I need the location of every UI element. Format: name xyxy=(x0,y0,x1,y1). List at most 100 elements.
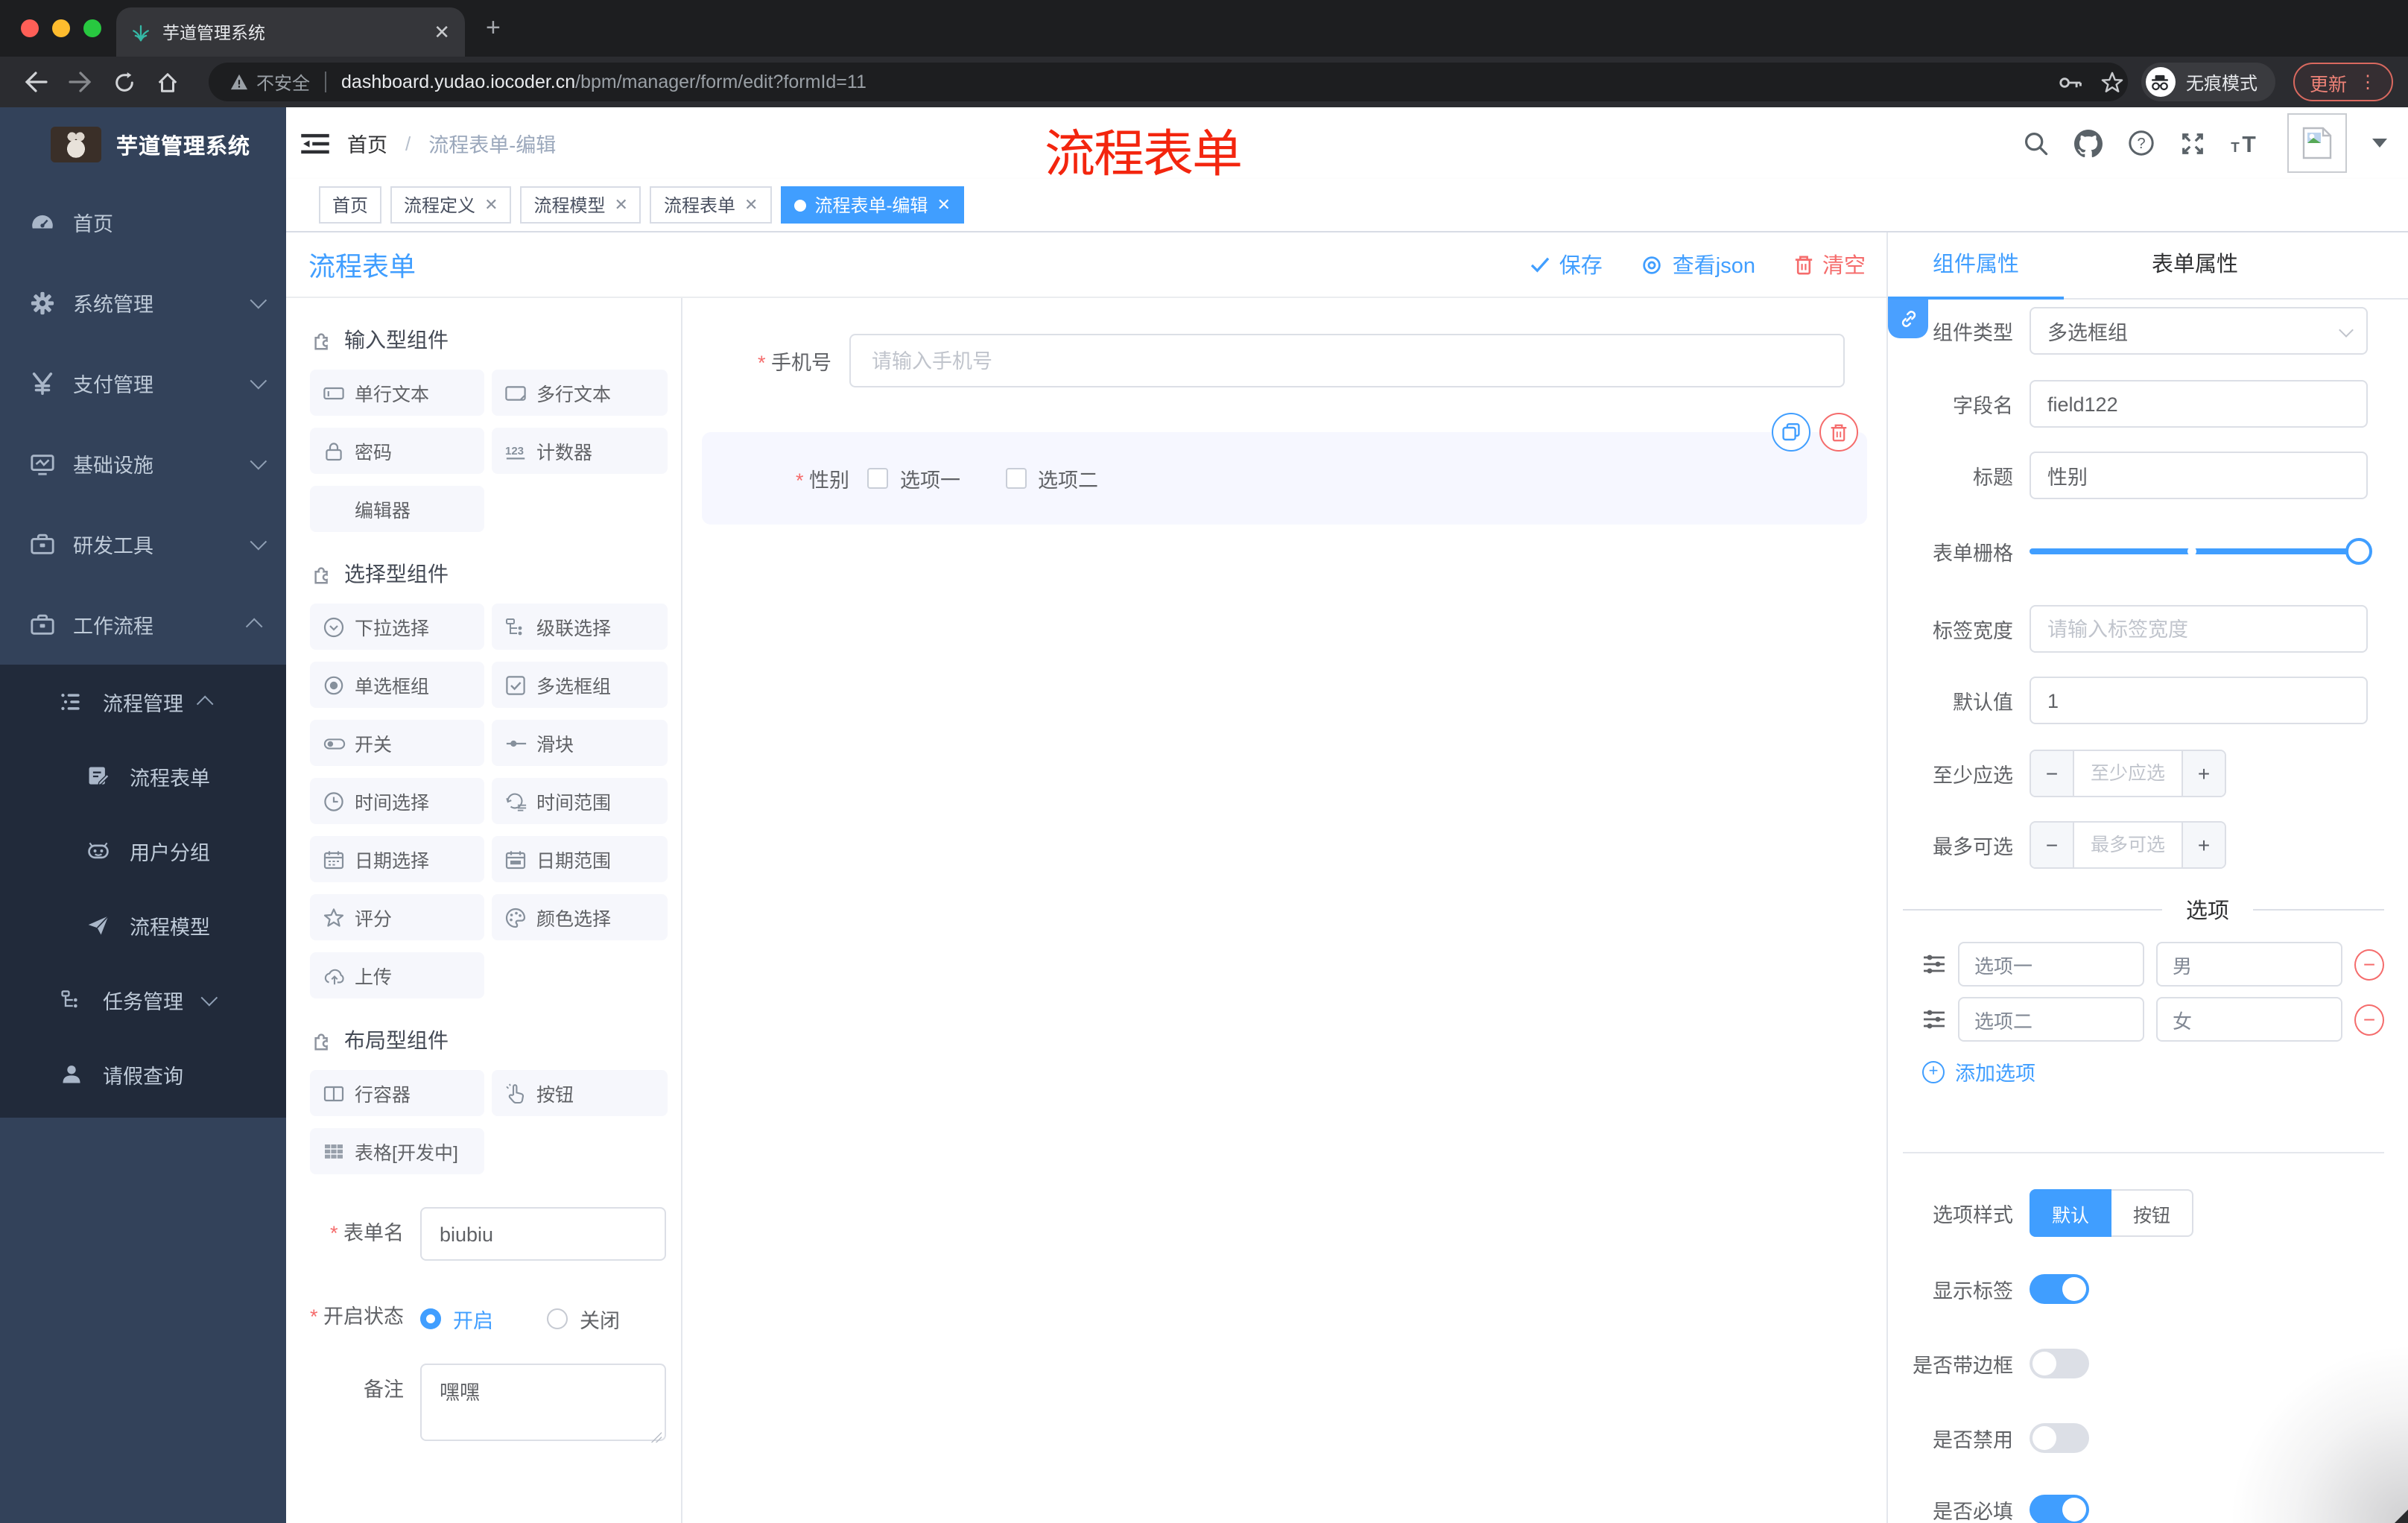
security-label[interactable]: 不安全 xyxy=(256,69,310,95)
tag-close-icon[interactable]: ✕ xyxy=(937,195,950,215)
tag-close-icon[interactable]: ✕ xyxy=(484,195,498,215)
radio-on[interactable] xyxy=(420,1308,441,1329)
minimize-window-button[interactable] xyxy=(52,19,70,37)
lib-item-table[interactable]: 表格[开发中] xyxy=(310,1128,484,1174)
slider-handle[interactable] xyxy=(2345,538,2372,565)
tag-close-icon[interactable]: ✕ xyxy=(744,195,758,215)
option-value-input[interactable] xyxy=(2156,997,2342,1042)
sidebar-item-user-group[interactable]: 用户分组 xyxy=(0,814,286,888)
canvas-field-gender-selected[interactable]: 性别 选项一 选项二 xyxy=(702,432,1867,525)
zoom-window-button[interactable] xyxy=(83,19,101,37)
checkbox-icon[interactable] xyxy=(867,468,888,489)
sidebar-item-process-model[interactable]: 流程模型 xyxy=(0,888,286,963)
browser-update-button[interactable]: 更新 ⋮ xyxy=(2293,63,2393,101)
disabled-toggle[interactable] xyxy=(2030,1423,2089,1453)
search-icon[interactable] xyxy=(2024,130,2049,156)
sidebar-item-process-manage[interactable]: 流程管理 xyxy=(0,665,286,739)
duplicate-component-button[interactable] xyxy=(1772,413,1810,452)
font-size-icon[interactable]: TT xyxy=(2231,131,2262,155)
lib-item-time-picker[interactable]: 时间选择 xyxy=(310,778,484,824)
tag-process-form-edit[interactable]: 流程表单-编辑 ✕ xyxy=(780,186,964,224)
tag-home[interactable]: 首页 xyxy=(319,186,382,224)
show-label-toggle[interactable] xyxy=(2030,1274,2089,1304)
option-label-input[interactable] xyxy=(1958,942,2144,987)
lib-item-single-text[interactable]: 单行文本 xyxy=(310,370,484,416)
increase-button[interactable]: + xyxy=(2183,823,2225,867)
new-tab-button[interactable]: + xyxy=(486,15,501,40)
sidebar-item-task-manage[interactable]: 任务管理 xyxy=(0,963,286,1037)
save-button[interactable]: 保存 xyxy=(1531,249,1603,280)
lib-item-password[interactable]: 密码 xyxy=(310,428,484,474)
option-label-input[interactable] xyxy=(1958,997,2144,1042)
reload-icon[interactable] xyxy=(113,71,136,93)
border-toggle[interactable] xyxy=(2030,1349,2089,1378)
drag-handle-icon[interactable] xyxy=(1922,1007,1946,1031)
tag-close-icon[interactable]: ✕ xyxy=(615,195,628,215)
sidebar-item-devtools[interactable]: 研发工具 xyxy=(0,504,286,584)
lib-item-time-range[interactable]: 时间范围 xyxy=(492,778,668,824)
max-select-input[interactable] xyxy=(2073,823,2183,867)
grid-slider[interactable] xyxy=(2030,538,2372,565)
style-default-button[interactable]: 默认 xyxy=(2030,1189,2112,1237)
required-toggle[interactable] xyxy=(2030,1495,2089,1523)
gender-option-1[interactable]: 选项一 xyxy=(867,463,960,493)
radio-off[interactable] xyxy=(547,1308,568,1329)
add-option-button[interactable]: + 添加选项 xyxy=(1922,1057,2035,1086)
tab-close-icon[interactable]: ✕ xyxy=(434,20,450,44)
back-icon[interactable] xyxy=(24,72,48,92)
style-button-button[interactable]: 按钮 xyxy=(2111,1189,2194,1237)
tag-process-definition[interactable]: 流程定义 ✕ xyxy=(390,186,512,224)
remark-textarea[interactable]: 嘿嘿 xyxy=(420,1364,666,1441)
label-width-input[interactable] xyxy=(2030,605,2368,653)
component-type-select[interactable]: 多选框组 xyxy=(2030,307,2368,355)
tab-form-props[interactable]: 表单属性 xyxy=(2107,232,2283,298)
avatar-dropdown-icon[interactable] xyxy=(2372,139,2387,148)
lib-item-button[interactable]: 按钮 xyxy=(492,1070,668,1116)
tab-component-props[interactable]: 组件属性 xyxy=(1888,232,2064,298)
close-window-button[interactable] xyxy=(21,19,39,37)
decrease-button[interactable]: − xyxy=(2031,823,2073,867)
decrease-button[interactable]: − xyxy=(2031,751,2073,796)
tag-process-model[interactable]: 流程模型 ✕ xyxy=(520,186,641,224)
sidebar-item-payment[interactable]: 支付管理 xyxy=(0,343,286,423)
view-json-button[interactable]: 查看json xyxy=(1641,249,1755,280)
lib-item-color-picker[interactable]: 颜色选择 xyxy=(492,894,668,940)
lib-item-select[interactable]: 下拉选择 xyxy=(310,604,484,650)
remove-option-button[interactable]: − xyxy=(2354,1004,2384,1035)
home-icon[interactable] xyxy=(156,71,179,93)
lib-item-textarea[interactable]: 多行文本 xyxy=(492,370,668,416)
forward-icon[interactable] xyxy=(69,72,92,92)
lib-item-cascader[interactable]: 级联选择 xyxy=(492,604,668,650)
lib-item-date-picker[interactable]: 日期选择 xyxy=(310,836,484,882)
sidebar-item-infra[interactable]: 基础设施 xyxy=(0,423,286,504)
sidebar-item-process-form[interactable]: 流程表单 xyxy=(0,739,286,814)
option-value-input[interactable] xyxy=(2156,942,2342,987)
sidebar-item-system[interactable]: 系统管理 xyxy=(0,262,286,343)
form-canvas[interactable]: 手机号 性别 选项一 选项二 xyxy=(682,298,1886,1523)
radio-on-label[interactable]: 开启 xyxy=(453,1304,493,1334)
tag-process-form[interactable]: 流程表单 ✕ xyxy=(650,186,772,224)
lib-item-date-range[interactable]: 日期范围 xyxy=(492,836,668,882)
sidebar-collapse-icon[interactable] xyxy=(301,132,329,154)
radio-off-label[interactable]: 关闭 xyxy=(580,1304,620,1334)
browser-tab[interactable]: 芋道管理系统 ✕ xyxy=(116,7,465,57)
browser-menu-icon[interactable]: ⋮ xyxy=(2359,72,2377,92)
lib-item-row-container[interactable]: 行容器 xyxy=(310,1070,484,1116)
field-name-input[interactable] xyxy=(2030,380,2368,428)
gender-option-2[interactable]: 选项二 xyxy=(1005,463,1098,493)
delete-component-button[interactable] xyxy=(1819,413,1858,452)
canvas-field-phone[interactable]: 手机号 xyxy=(682,334,1886,387)
lib-item-checkbox-group[interactable]: 多选框组 xyxy=(492,662,668,708)
address-bar[interactable]: 不安全 dashboard.yudao.iocoder.cn /bpm/mana… xyxy=(209,63,2128,101)
clear-button[interactable]: 清空 xyxy=(1794,249,1866,280)
min-select-input[interactable] xyxy=(2073,751,2183,796)
sidebar-item-home[interactable]: 首页 xyxy=(0,182,286,262)
lib-item-rate[interactable]: 评分 xyxy=(310,894,484,940)
lib-item-counter[interactable]: 123 计数器 xyxy=(492,428,668,474)
help-icon[interactable]: ? xyxy=(2128,130,2155,156)
form-name-input[interactable] xyxy=(420,1207,666,1261)
breadcrumb-home[interactable]: 首页 xyxy=(347,128,387,158)
avatar[interactable] xyxy=(2287,113,2347,173)
lib-item-upload[interactable]: 上传 xyxy=(310,952,484,998)
sidebar-item-leave-query[interactable]: 请假查询 xyxy=(0,1037,286,1112)
